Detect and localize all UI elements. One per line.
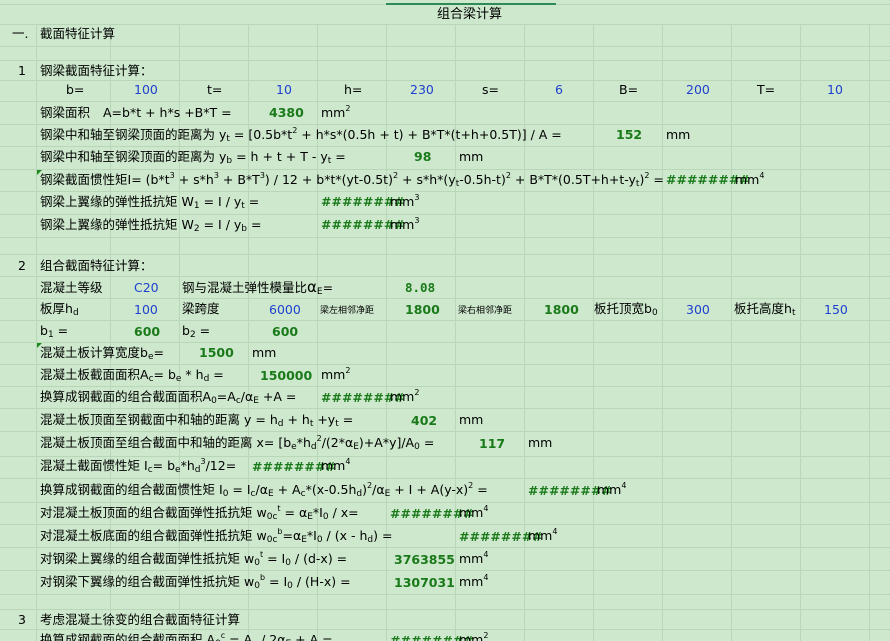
composite-na-distance-formula-row: 混凝土板顶面至组合截面中和轴的距离 x= [be*hd2/(2*αE)+A*y]… xyxy=(40,434,435,452)
bottom-flange-modulus-formula-row: 对钢梁下翼缘的组合截面弹性抵抗矩 w0b = I0 / (H-x) = xyxy=(40,573,351,591)
bottom-flange-modulus-value[interactable]: 1307031 xyxy=(394,576,455,590)
top-flange-modulus-formula-row: 对钢梁上翼缘的组合截面弹性抵抗矩 w0t = I0 / (d-x) = xyxy=(40,550,348,568)
param-t-label: t= xyxy=(207,82,223,97)
steel-area-unit: mm2 xyxy=(321,104,351,120)
composite-na-distance-unit: mm xyxy=(528,435,553,450)
steel-na-distance-formula-row: 混凝土板顶面至钢截面中和轴的距离 y = hd + ht +yt = xyxy=(40,412,354,429)
param-h-value[interactable]: 230 xyxy=(410,83,434,97)
transformed-area-unit: mm2 xyxy=(390,388,420,404)
section-1-title: 截面特征计算 xyxy=(40,26,116,41)
left-clear-spacing-value[interactable]: 1800 xyxy=(405,303,440,317)
slab-top-modulus-formula-row: 对混凝土板顶面的组合截面弹性抵抗矩 w0ct = αE*I0 / x= xyxy=(40,504,359,522)
slab-bottom-modulus-formula-row: 对混凝土板底面的组合截面弹性抵抗矩 w0cb=αE*I0 / (x - hd) … xyxy=(40,527,393,545)
yt-value[interactable]: 152 xyxy=(616,128,642,142)
top-flange-modulus-unit: mm4 xyxy=(459,550,489,566)
yb-unit: mm xyxy=(459,149,484,164)
w2-formula-row: 钢梁上翼缘的弹性抵抗矩 W2 = I / yb = xyxy=(40,217,262,234)
param-T-value[interactable]: 10 xyxy=(827,83,843,97)
subsection-2-title: 组合截面特征计算： xyxy=(40,258,153,273)
composite-na-distance-value[interactable]: 117 xyxy=(479,437,505,451)
param-t-value[interactable]: 10 xyxy=(276,83,292,97)
param-B-value[interactable]: 200 xyxy=(686,83,710,97)
param-T-label: T= xyxy=(757,82,776,97)
steel-na-distance-value[interactable]: 402 xyxy=(411,414,437,428)
subsection-3-number: 3 xyxy=(18,612,26,627)
concrete-inertia-unit: mm4 xyxy=(321,457,351,473)
param-h-label: h= xyxy=(344,82,363,97)
section-1-number: 一. xyxy=(12,26,29,41)
haunch-height-value[interactable]: 150 xyxy=(824,303,848,317)
slab-thickness-label: 板厚hd xyxy=(40,301,79,318)
steel-inertia-formula-row: 钢梁截面惯性矩I= (b*t3 + s*h3 + B*T3) / 12 + b*… xyxy=(40,171,664,189)
steel-inertia-unit: mm4 xyxy=(735,171,765,187)
effective-width-unit: mm xyxy=(252,345,277,360)
param-B-label: B= xyxy=(619,82,639,97)
yt-formula-row: 钢梁中和轴至钢梁顶面的距离为 yt = [0.5b*t2 + h*s*(0.5h… xyxy=(40,126,562,144)
subsection-1-title: 钢梁截面特征计算： xyxy=(40,63,153,78)
top-flange-modulus-value[interactable]: 3763855 xyxy=(394,553,455,567)
haunch-height-label: 板托高度ht xyxy=(734,301,796,318)
yb-formula-row: 钢梁中和轴至钢梁顶面的距离为 yb = h + t + T - yt = xyxy=(40,149,346,166)
w1-formula-row: 钢梁上翼缘的弹性抵抗矩 W1 = I / yt = xyxy=(40,194,260,211)
subsection-1-number: 1 xyxy=(18,63,26,78)
param-s-label: s= xyxy=(482,82,499,97)
yt-unit: mm xyxy=(666,127,691,142)
steel-area-label: 钢梁面积 xyxy=(40,105,91,120)
subsection-2-number: 2 xyxy=(18,258,26,273)
b1-value[interactable]: 600 xyxy=(134,325,160,339)
slab-area-formula-row: 混凝土板截面面积Ac= be * hd = xyxy=(40,367,224,384)
concrete-grade-label: 混凝土等级 xyxy=(40,280,103,295)
b2-value[interactable]: 600 xyxy=(272,325,298,339)
composite-inertia-unit: mm4 xyxy=(597,481,627,497)
transformed-area-formula-row: 换算成钢截面的组合截面面积A0=Ac/αE +A = xyxy=(40,389,297,406)
w2-unit: mm3 xyxy=(390,216,420,232)
left-clear-spacing-label: 梁左相邻净距 xyxy=(320,306,375,316)
creep-area-formula-row: 换算成钢截面的组合截面面积 A0c = Ac / 2αE + A = xyxy=(40,631,333,641)
beam-span-label: 梁跨度 xyxy=(182,301,220,316)
effective-width-value[interactable]: 1500 xyxy=(199,346,234,360)
steel-area-formula: A=b*t + h*s +B*T = xyxy=(103,105,232,120)
b2-label: b2 = xyxy=(182,323,211,340)
param-b-value[interactable]: 100 xyxy=(134,83,158,97)
spreadsheet-sheet[interactable]: 组合梁计算 一. 截面特征计算 1 钢梁截面特征计算： b= 100 t= 10… xyxy=(0,0,890,641)
slab-area-value[interactable]: 150000 xyxy=(260,369,312,383)
right-clear-spacing-label: 梁右相邻净距 xyxy=(458,306,513,316)
haunch-top-width-value[interactable]: 300 xyxy=(686,303,710,317)
steel-na-distance-unit: mm xyxy=(459,412,484,427)
param-s-value[interactable]: 6 xyxy=(555,83,563,97)
slab-thickness-value[interactable]: 100 xyxy=(134,303,158,317)
b1-label: b1 = xyxy=(40,323,69,340)
modulus-ratio-value[interactable]: 8.08 xyxy=(405,281,435,295)
right-clear-spacing-value[interactable]: 1800 xyxy=(544,303,579,317)
w1-unit: mm3 xyxy=(390,193,420,209)
concrete-grade-value[interactable]: C20 xyxy=(134,281,159,295)
slab-bottom-modulus-unit: mm4 xyxy=(528,527,558,543)
bottom-flange-modulus-unit: mm4 xyxy=(459,573,489,589)
creep-area-unit: mm2 xyxy=(459,631,489,641)
slab-area-unit: mm2 xyxy=(321,366,351,382)
haunch-top-width-label: 板托顶宽b0 xyxy=(594,301,658,318)
composite-inertia-formula-row: 换算成钢截面的组合截面惯性矩 I0 = Ic/αE + Ac*(x-0.5hd)… xyxy=(40,481,488,499)
param-b-label: b= xyxy=(66,82,85,97)
yb-value[interactable]: 98 xyxy=(414,150,431,164)
effective-width-label: 混凝土板计算宽度be= xyxy=(40,345,164,362)
sheet-title: 组合梁计算 xyxy=(437,7,503,22)
subsection-3-title: 考虑混凝土徐变的组合截面特征计算 xyxy=(40,612,241,627)
slab-top-modulus-unit: mm4 xyxy=(459,504,489,520)
concrete-inertia-formula-row: 混凝土截面惯性矩 Ic= be*hd3/12= xyxy=(40,457,237,475)
beam-span-value[interactable]: 6000 xyxy=(269,303,301,317)
steel-area-value[interactable]: 4380 xyxy=(269,106,304,120)
modulus-ratio-label: 钢与混凝土弹性模量比αE= xyxy=(182,278,334,297)
